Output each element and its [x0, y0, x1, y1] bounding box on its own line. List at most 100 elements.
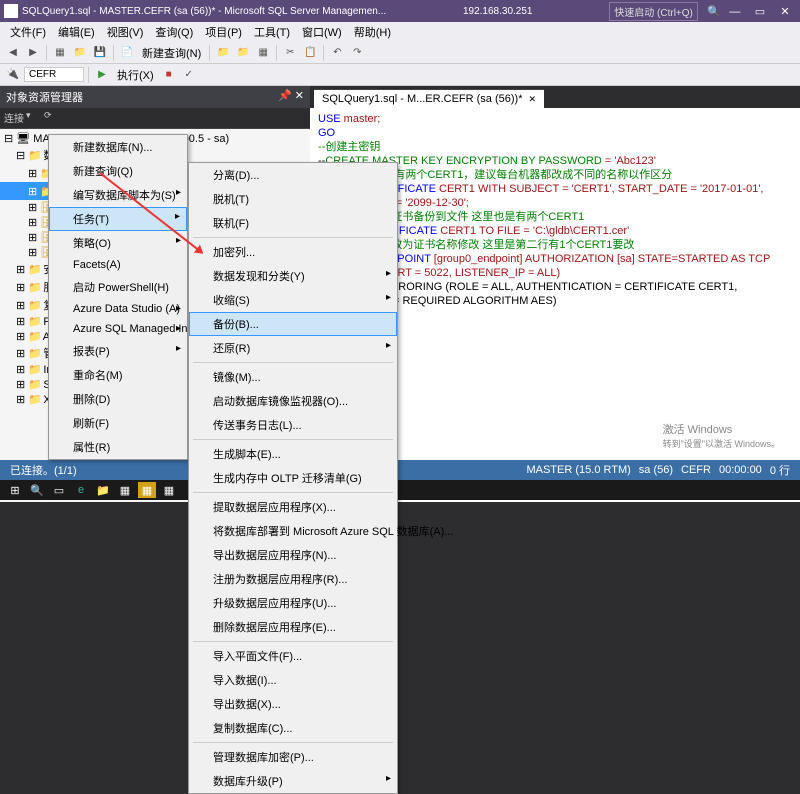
ctx-item[interactable]: Azure SQL Managed Instance link — [49, 319, 187, 339]
undo-icon[interactable]: ↶ — [328, 44, 346, 62]
ctx-item[interactable]: 刷新(F) — [49, 411, 187, 435]
ctx-item[interactable]: 导入平面文件(F)... — [189, 644, 397, 668]
folder-icon[interactable]: 📁 — [214, 44, 232, 62]
app1-icon[interactable]: ▦ — [116, 482, 134, 498]
execute-button[interactable]: 执行(X) — [113, 67, 158, 83]
open-icon[interactable]: 📁 — [71, 44, 89, 62]
ctx-item[interactable]: 管理数据库加密(P)... — [189, 745, 397, 769]
start-button[interactable]: ⊞ — [6, 482, 24, 498]
ctx-item[interactable]: 新建数据库(N)... — [49, 135, 187, 159]
edge-icon[interactable]: e — [72, 482, 90, 498]
sql-icon[interactable]: ▦ — [254, 44, 272, 62]
ctx-item[interactable]: 升级数据层应用程序(U)... — [189, 591, 397, 615]
new-query-icon[interactable]: 📄 — [118, 44, 136, 62]
ctx-item[interactable]: 生成脚本(E)... — [189, 442, 397, 466]
menu-project[interactable]: 项目(P) — [199, 22, 248, 42]
explorer-pin-icon[interactable]: 📌 ✕ — [278, 89, 304, 105]
tab-sqlquery1[interactable]: SQLQuery1.sql - M...ER.CEFR (sa (56))*✕ — [314, 89, 544, 108]
menu-query[interactable]: 查询(Q) — [149, 22, 199, 42]
menu-edit[interactable]: 编辑(E) — [52, 22, 101, 42]
minimize-button[interactable]: — — [724, 6, 746, 18]
status-ready: 已连接。(1/1) — [10, 462, 77, 478]
ctx-item[interactable]: 传送事务日志(L)... — [189, 413, 397, 437]
menu-file[interactable]: 文件(F) — [4, 22, 52, 42]
ctx-item[interactable]: 脱机(T) — [189, 187, 397, 211]
ssms-icon[interactable]: ▦ — [138, 482, 156, 498]
connect-dropdown-icon[interactable]: ▾ — [26, 110, 42, 126]
ctx-item[interactable]: 导出数据(X)... — [189, 692, 397, 716]
ctx-item[interactable]: 收缩(S) — [189, 288, 397, 312]
ctx-item[interactable]: 新建查询(Q) — [49, 159, 187, 183]
refresh-icon[interactable]: ⟳ — [44, 110, 60, 126]
redo-icon[interactable]: ↷ — [348, 44, 366, 62]
execute-icon[interactable]: ▶ — [93, 66, 111, 84]
new-project-icon[interactable]: ▦ — [51, 44, 69, 62]
connect-icon[interactable]: 🔌 — [4, 66, 22, 84]
back-button[interactable]: ◀ — [4, 44, 22, 62]
ctx-item[interactable]: 数据库升级(P) — [189, 769, 397, 793]
forward-button[interactable]: ▶ — [24, 44, 42, 62]
title-bar: SQLQuery1.sql - MASTER.CEFR (sa (56))* -… — [0, 0, 800, 22]
status-user: sa (56) — [639, 464, 673, 476]
ctx-item[interactable]: 删除数据层应用程序(E)... — [189, 615, 397, 639]
tab-strip: SQLQuery1.sql - M...ER.CEFR (sa (56))*✕ — [310, 86, 800, 108]
ctx-item[interactable]: 加密列... — [189, 240, 397, 264]
explorer-icon[interactable]: 📁 — [94, 482, 112, 498]
database-combo[interactable]: CEFR — [24, 67, 84, 82]
ctx-item[interactable]: 启动数据库镜像监视器(O)... — [189, 389, 397, 413]
tab-close-icon[interactable]: ✕ — [529, 94, 537, 104]
taskview-icon[interactable]: ▭ — [50, 482, 68, 498]
menu-bar: 文件(F) 编辑(E) 视图(V) 查询(Q) 项目(P) 工具(T) 窗口(W… — [0, 22, 800, 42]
ctx-item[interactable]: 任务(T) — [49, 207, 187, 231]
stop-icon[interactable]: ■ — [160, 66, 178, 84]
context-menu-tasks: 分离(D)...脱机(T)联机(F) 加密列...数据发现和分类(Y)收缩(S)备… — [188, 162, 398, 794]
ctx-item[interactable]: 镜像(M)... — [189, 365, 397, 389]
ctx-item[interactable]: 分离(D)... — [189, 163, 397, 187]
ctx-item[interactable]: 报表(P) — [49, 339, 187, 363]
copy-icon[interactable]: 📋 — [301, 44, 319, 62]
ctx-item[interactable]: 导出数据层应用程序(N)... — [189, 543, 397, 567]
status-bar: 已连接。(1/1) MASTER (15.0 RTM) sa (56) CEFR… — [0, 460, 800, 480]
ctx-item[interactable]: 策略(O) — [49, 231, 187, 255]
ctx-item[interactable]: 导入数据(I)... — [189, 668, 397, 692]
quick-launch[interactable]: 快速启动 (Ctrl+Q) — [609, 2, 698, 21]
search-icon[interactable]: 🔍 — [28, 482, 46, 498]
app-icon — [4, 4, 18, 18]
close-button[interactable]: ✕ — [774, 5, 796, 18]
ctx-item[interactable]: 提取数据层应用程序(X)... — [189, 495, 397, 519]
ctx-item[interactable]: Azure Data Studio (A) — [49, 299, 187, 319]
ctx-item[interactable]: 复制数据库(C)... — [189, 716, 397, 740]
menu-view[interactable]: 视图(V) — [101, 22, 150, 42]
parse-icon[interactable]: ✓ — [180, 66, 198, 84]
ctx-item[interactable]: 生成内存中 OLTP 迁移清单(G) — [189, 466, 397, 490]
status-db: CEFR — [681, 464, 711, 476]
ctx-item[interactable]: 注册为数据层应用程序(R)... — [189, 567, 397, 591]
context-menu-database: 新建数据库(N)...新建查询(Q)编写数据库脚本为(S)任务(T)策略(O)F… — [48, 134, 188, 460]
menu-tools[interactable]: 工具(T) — [248, 22, 296, 42]
ctx-item[interactable]: Facets(A) — [49, 255, 187, 275]
ctx-item[interactable]: 数据发现和分类(Y) — [189, 264, 397, 288]
cut-icon[interactable]: ✂ — [281, 44, 299, 62]
search-icon[interactable]: 🔍 — [704, 5, 724, 18]
folder2-icon[interactable]: 📁 — [234, 44, 252, 62]
ctx-item[interactable]: 删除(D) — [49, 387, 187, 411]
ctx-item[interactable]: 将数据库部署到 Microsoft Azure SQL 数据库(A)... — [189, 519, 397, 543]
connect-label[interactable]: 连接 — [4, 110, 24, 126]
ctx-item[interactable]: 属性(R) — [49, 435, 187, 459]
status-time: 00:00:00 — [719, 464, 762, 476]
save-icon[interactable]: 💾 — [91, 44, 109, 62]
window-title: SQLQuery1.sql - MASTER.CEFR (sa (56))* -… — [22, 6, 386, 17]
restore-button[interactable]: ▭ — [749, 5, 771, 18]
app2-icon[interactable]: ▦ — [160, 482, 178, 498]
explorer-title: 对象资源管理器 — [6, 89, 83, 105]
ctx-item[interactable]: 备份(B)... — [189, 312, 397, 336]
menu-help[interactable]: 帮助(H) — [348, 22, 397, 42]
ctx-item[interactable]: 重命名(M) — [49, 363, 187, 387]
ctx-item[interactable]: 还原(R) — [189, 336, 397, 360]
toolbar-main: ◀ ▶ ▦ 📁 💾 📄 新建查询(N) 📁 📁 ▦ ✂ 📋 ↶ ↷ — [0, 42, 800, 64]
toolbar-query: 🔌 CEFR ▶ 执行(X) ■ ✓ — [0, 64, 800, 86]
menu-window[interactable]: 窗口(W) — [296, 22, 348, 42]
ctx-item[interactable]: 联机(F) — [189, 211, 397, 235]
new-query-button[interactable]: 新建查询(N) — [138, 45, 205, 61]
ctx-item[interactable]: 启动 PowerShell(H) — [49, 275, 187, 299]
